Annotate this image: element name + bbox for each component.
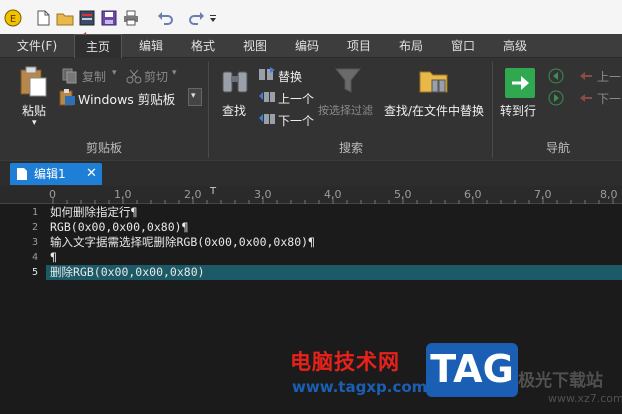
find-previous-icon: [258, 88, 276, 104]
tab-document[interactable]: 编辑1 ✕: [10, 163, 102, 185]
paste-button[interactable]: 粘贴: [22, 102, 46, 119]
menu-bar: 文件(F) 主页 编辑 格式 视图 编码 项目 布局 窗口 高级: [0, 34, 622, 58]
nav-next-button[interactable]: 下一: [597, 90, 621, 107]
ruler-label: 3,0: [254, 188, 272, 201]
ruler-label: 5,0: [394, 188, 412, 201]
menu-file[interactable]: 文件(F): [4, 34, 70, 58]
ruler-label: 7,0: [534, 188, 552, 201]
goto-line-button[interactable]: 转到行: [500, 102, 536, 119]
find-binoculars-icon[interactable]: [220, 66, 250, 96]
copy-icon: [62, 68, 78, 84]
ruler-label: 1,0: [114, 188, 132, 201]
copy-dropdown-icon[interactable]: ▾: [112, 68, 117, 78]
code-line[interactable]: 删除RGB(0x00,0x00,0x80): [50, 265, 205, 280]
line-number: 2: [31, 222, 38, 233]
line-number-gutter: 1 2 3 4 5: [0, 204, 46, 414]
watermark-site-name: 电脑技术网: [290, 350, 400, 374]
search-group-label: 搜索: [338, 141, 363, 155]
line-number: 5: [31, 267, 38, 278]
ribbon: 粘贴 ▾ 复制 ▾ 剪切 ▾ Windows 剪贴板 ▾ 剪贴板 查找 替换 上…: [0, 58, 622, 160]
ruler: 0 1,0 2,0 3,0 4,0 5,0 6,0 7,0 8,0 T: [0, 186, 622, 204]
cut-icon: [126, 68, 142, 84]
watermark-right-url: www.xz7.com: [548, 392, 622, 405]
code-line[interactable]: ¶: [50, 250, 57, 265]
code-line[interactable]: RGB(0x00,0x00,0x80)¶: [50, 220, 188, 235]
nav-previous-red-arrow-icon[interactable]: [578, 68, 594, 84]
goto-line-icon[interactable]: [505, 68, 535, 98]
menu-advanced[interactable]: 高级: [492, 34, 538, 58]
menu-window[interactable]: 窗口: [440, 34, 486, 58]
document-icon: [16, 167, 28, 181]
paste-dropdown-icon[interactable]: ▾: [32, 118, 37, 128]
nav-previous-button[interactable]: 上一: [597, 68, 621, 85]
menu-edit[interactable]: 编辑: [128, 34, 174, 58]
line-number: 1: [31, 207, 38, 218]
file-list-icon[interactable]: [78, 9, 96, 27]
find-previous-button[interactable]: 上一个: [278, 90, 314, 107]
menu-format[interactable]: 格式: [180, 34, 226, 58]
ruler-label: 6,0: [464, 188, 482, 201]
watermark-tag-logo: TAG: [426, 343, 518, 397]
replace-icon: [258, 66, 276, 82]
line-number: 3: [31, 237, 38, 248]
ruler-label: 4,0: [324, 188, 342, 201]
code-line[interactable]: 输入文字据需选择呢删除RGB(0x00,0x00,0x80)¶: [50, 235, 315, 250]
chevron-down-icon: ▾: [191, 91, 196, 101]
paste-icon[interactable]: [18, 66, 48, 98]
ruler-label: 2,0: [184, 188, 202, 201]
windows-clipboard-dropdown[interactable]: ▾: [188, 88, 202, 106]
clipboard-group-label: 剪贴板: [85, 141, 122, 155]
open-folder-icon[interactable]: [56, 9, 74, 27]
customize-toolbar-dropdown-icon[interactable]: [208, 9, 218, 27]
ribbon-separator: [208, 62, 209, 158]
document-tab-strip: 编辑1 ✕: [0, 160, 622, 186]
redo-icon[interactable]: [188, 9, 206, 27]
tab-document-label: 编辑1: [34, 167, 66, 181]
nav-forward-green-icon[interactable]: [548, 90, 564, 106]
svg-text:E: E: [10, 14, 16, 25]
copy-button[interactable]: 复制: [82, 68, 106, 85]
quick-access-toolbar: E: [0, 0, 622, 69]
line-number: 4: [31, 252, 38, 263]
filter-by-selection-button[interactable]: 按选择过滤: [318, 102, 373, 118]
menu-home[interactable]: 主页: [74, 34, 122, 58]
nav-next-red-arrow-icon[interactable]: [578, 90, 594, 106]
find-in-files-button[interactable]: 查找/在文件中替换: [384, 102, 484, 119]
tab-stop-marker-icon[interactable]: T: [210, 186, 216, 197]
cut-button[interactable]: 剪切: [144, 68, 168, 85]
watermark-right-text: 极光下载站: [518, 371, 603, 391]
print-icon[interactable]: [122, 9, 140, 27]
undo-icon[interactable]: [156, 9, 174, 27]
menu-project[interactable]: 项目: [336, 34, 382, 58]
watermark-url: www.tagxp.com: [292, 378, 428, 396]
find-next-icon: [258, 110, 276, 126]
menu-view[interactable]: 视图: [232, 34, 278, 58]
ruler-label: 0: [49, 188, 56, 201]
find-in-files-icon[interactable]: [418, 64, 450, 96]
watermark-tag-text: TAG: [430, 347, 514, 391]
ribbon-separator: [492, 62, 493, 158]
new-file-icon[interactable]: [34, 9, 52, 27]
replace-button[interactable]: 替换: [278, 68, 302, 85]
find-next-button[interactable]: 下一个: [278, 112, 314, 129]
menu-layout[interactable]: 布局: [388, 34, 434, 58]
cut-dropdown-icon[interactable]: ▾: [172, 68, 177, 78]
save-icon[interactable]: [100, 9, 118, 27]
ruler-label: 8,0: [600, 188, 618, 201]
nav-back-green-icon[interactable]: [548, 68, 564, 84]
windows-clipboard-icon: [58, 88, 76, 106]
code-line[interactable]: 如何删除指定行¶: [50, 205, 137, 220]
filter-icon: [334, 66, 362, 96]
ruler-ticks: [52, 198, 614, 204]
app-logo-icon[interactable]: E: [4, 9, 22, 27]
find-button[interactable]: 查找: [222, 102, 246, 119]
windows-clipboard-button[interactable]: Windows 剪贴板: [78, 89, 175, 108]
tab-close-icon[interactable]: ✕: [86, 163, 97, 185]
menu-encoding[interactable]: 编码: [284, 34, 330, 58]
navigation-group-label: 导航: [545, 141, 570, 155]
